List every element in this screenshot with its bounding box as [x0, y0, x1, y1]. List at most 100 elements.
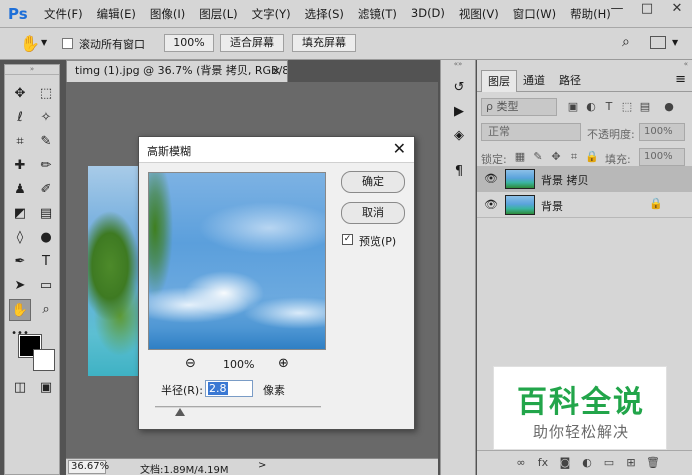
menu-edit[interactable]: 编辑(E)	[97, 6, 136, 22]
window-controls: — □ ✕	[602, 0, 692, 20]
paragraph-panel-icon[interactable]: ¶	[449, 162, 469, 182]
filter-adjustment-icon[interactable]: ◐	[583, 98, 599, 116]
crop-tool-icon[interactable]: ⌗	[9, 131, 31, 153]
background-color-swatch[interactable]	[33, 349, 55, 371]
restore-button[interactable]: □	[632, 0, 662, 20]
menu-select[interactable]: 选择(S)	[305, 6, 344, 22]
blur-tool-icon[interactable]: ◊	[9, 227, 31, 249]
new-layer-icon[interactable]: ⊞	[623, 455, 639, 471]
filter-toggle-icon[interactable]: ●	[661, 98, 677, 116]
dock-grip[interactable]: «»	[441, 60, 475, 70]
radius-input[interactable]: 2.8	[205, 380, 253, 397]
layer-filter-select[interactable]: ρ 类型	[481, 98, 557, 116]
brush-tool-icon[interactable]: ✏	[35, 155, 57, 177]
fill-screen-button[interactable]: 填充屏幕	[292, 34, 356, 52]
menu-filter[interactable]: 滤镜(T)	[358, 6, 397, 22]
history-panel-icon[interactable]: ↺	[449, 78, 469, 98]
scroll-all-windows-checkbox[interactable]	[62, 38, 73, 49]
tab-paths[interactable]: 路径	[553, 70, 587, 92]
eyedropper-tool-icon[interactable]: ✎	[35, 131, 57, 153]
layer-row[interactable]: 👁 背景 拷贝	[477, 166, 692, 192]
radius-slider-thumb[interactable]	[174, 408, 185, 416]
blend-mode-select[interactable]: 正常	[481, 123, 581, 141]
close-tab-icon[interactable]: ×	[272, 61, 281, 81]
ok-button[interactable]: 确定	[341, 171, 405, 193]
eraser-tool-icon[interactable]: ◩	[9, 203, 31, 225]
menu-type[interactable]: 文字(Y)	[252, 6, 291, 22]
filter-type-icon[interactable]: T	[601, 98, 617, 116]
filter-shape-icon[interactable]: ⬚	[619, 98, 635, 116]
workspace-dropdown-icon[interactable]: ▼	[672, 38, 678, 47]
menu-file[interactable]: 文件(F)	[44, 6, 83, 22]
lock-transparency-icon[interactable]: ▦	[513, 149, 527, 165]
path-selection-tool-icon[interactable]: ➤	[9, 275, 31, 297]
lock-artboard-icon[interactable]: ⌗	[567, 149, 581, 165]
fill-field[interactable]: 100%	[639, 148, 685, 166]
type-tool-icon[interactable]: T	[35, 251, 57, 273]
zoom-tool-icon[interactable]: ⌕	[35, 299, 57, 321]
healing-brush-tool-icon[interactable]: ✚	[9, 155, 31, 177]
actions-panel-icon[interactable]: ▶	[449, 102, 469, 122]
side-dock: «» ↺ ▶ ◈ ¶	[440, 60, 476, 475]
close-button[interactable]: ✕	[662, 0, 692, 20]
move-tool-icon[interactable]: ✥	[9, 83, 31, 105]
search-icon[interactable]: ⌕	[622, 34, 630, 50]
add-mask-icon[interactable]: ◙	[557, 455, 573, 471]
dodge-tool-icon[interactable]: ●	[35, 227, 57, 249]
marquee-tool-icon[interactable]: ⬚	[35, 83, 57, 105]
document-tab[interactable]: timg (1).jpg @ 36.7% (背景 拷贝, RGB/8#) * ×	[66, 60, 288, 82]
hand-tool-preset-icon[interactable]: ✋	[20, 34, 40, 53]
options-bar: ✋ ▼ 滚动所有窗口 100% 适合屏幕 填充屏幕 ⌕ ▼	[0, 28, 692, 60]
fit-screen-button[interactable]: 适合屏幕	[220, 34, 284, 52]
panel-grip[interactable]: «	[477, 60, 692, 70]
zoom-out-icon[interactable]: ⊖	[185, 356, 196, 371]
menu-layer[interactable]: 图层(L)	[199, 6, 237, 22]
workspace-icon[interactable]	[650, 36, 666, 49]
screen-mode-icon[interactable]: ▣	[35, 377, 57, 399]
dialog-title-bar[interactable]: 高斯模糊 ✕	[139, 137, 414, 163]
visibility-eye-icon[interactable]: 👁	[484, 198, 498, 211]
adjustment-layer-icon[interactable]: ◐	[579, 455, 595, 471]
3d-panel-icon[interactable]: ◈	[449, 126, 469, 146]
menu-3d[interactable]: 3D(D)	[411, 6, 445, 22]
layer-style-icon[interactable]: fx	[535, 455, 551, 471]
preview-checkbox[interactable]: ✓	[342, 234, 353, 245]
cancel-button[interactable]: 取消	[341, 202, 405, 224]
preset-dropdown-icon[interactable]: ▼	[41, 38, 47, 47]
new-group-icon[interactable]: ▭	[601, 455, 617, 471]
clone-stamp-tool-icon[interactable]: ♟	[9, 179, 31, 201]
filter-pixel-icon[interactable]: ▣	[565, 98, 581, 116]
link-layers-icon[interactable]: ∞	[513, 455, 529, 471]
status-info-arrow-icon[interactable]: >	[258, 460, 266, 471]
menu-view[interactable]: 视图(V)	[459, 6, 499, 22]
filter-smart-object-icon[interactable]: ▤	[637, 98, 653, 116]
blur-preview[interactable]	[148, 172, 326, 350]
toolbar-grip[interactable]: »	[5, 65, 59, 75]
menu-window[interactable]: 窗口(W)	[513, 6, 556, 22]
visibility-eye-icon[interactable]: 👁	[484, 172, 498, 185]
lock-image-icon[interactable]: ✎	[531, 149, 545, 165]
hand-tool-icon[interactable]: ✋	[9, 299, 31, 321]
lock-position-icon[interactable]: ✥	[549, 149, 563, 165]
dialog-close-icon[interactable]: ✕	[393, 140, 406, 158]
tab-channels[interactable]: 通道	[517, 70, 551, 92]
history-brush-tool-icon[interactable]: ✐	[35, 179, 57, 201]
status-zoom-field[interactable]: 36.67%	[68, 460, 109, 474]
delete-layer-icon[interactable]: 🗑	[645, 455, 661, 471]
opacity-field[interactable]: 100%	[639, 123, 685, 141]
lasso-tool-icon[interactable]: ℓ	[9, 107, 31, 129]
minimize-button[interactable]: —	[602, 0, 632, 20]
lock-all-icon[interactable]: 🔒	[585, 149, 599, 165]
magic-wand-tool-icon[interactable]: ✧	[35, 107, 57, 129]
tab-layers[interactable]: 图层	[481, 70, 517, 92]
gradient-tool-icon[interactable]: ▤	[35, 203, 57, 225]
menu-image[interactable]: 图像(I)	[150, 6, 185, 22]
pen-tool-icon[interactable]: ✒	[9, 251, 31, 273]
zoom-in-icon[interactable]: ⊕	[278, 356, 289, 371]
panel-menu-icon[interactable]: ≡	[675, 72, 686, 87]
quick-mask-icon[interactable]: ◫	[9, 377, 31, 399]
layer-row[interactable]: 👁 背景 🔒	[477, 192, 692, 218]
zoom-100-button[interactable]: 100%	[164, 34, 214, 52]
rectangle-tool-icon[interactable]: ▭	[35, 275, 57, 297]
document-image[interactable]	[88, 166, 138, 376]
